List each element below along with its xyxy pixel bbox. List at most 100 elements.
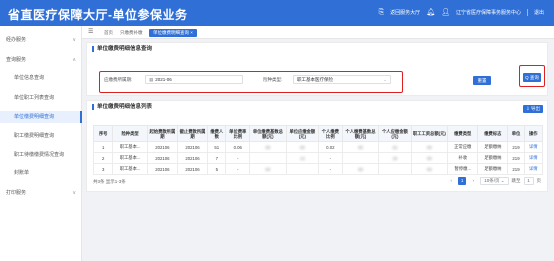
sidebar-item-label: 封账单 (14, 170, 30, 176)
table-cell: 00 (249, 141, 287, 153)
column-header: 起始费款所属期 (146, 125, 178, 142)
table-cell: 202106 (176, 163, 209, 175)
redacted-value: 00 (358, 144, 363, 150)
total-count-text: 共3条 显示1-3条 (93, 179, 126, 184)
sidebar-item-closing-statement[interactable]: 封账单 (0, 167, 82, 179)
table-cell: 职工基本... (112, 141, 148, 153)
sidebar-item-unit-payment-detail[interactable]: 单位缴费明细查询 (0, 111, 82, 123)
prev-page-icon[interactable]: ‹ (447, 177, 455, 185)
table-cell: 详情 (523, 163, 544, 175)
table-cell: 219 (507, 141, 525, 153)
tabs-bar: ☰ 首页 只缴费补缴 单位缴费明细查询 × (82, 26, 554, 39)
results-panel-title: 单位缴费明细信息列表 (92, 104, 152, 110)
table-cell: 00 (341, 141, 380, 153)
table-cell: 18 (378, 152, 412, 164)
table-cell: - (225, 163, 251, 175)
table-cell: 职工基本... (112, 152, 148, 164)
logout-link[interactable]: 退出 (534, 9, 544, 16)
table-cell: 正常应缴 (447, 141, 479, 153)
return-icon[interactable]: ⎘ (379, 9, 385, 16)
column-header: 个人缴费基数总额(元) (341, 125, 380, 142)
chevron-down-icon: ⌄ (383, 77, 387, 82)
column-header: 个人缴费比例 (317, 125, 343, 142)
table-cell: - (225, 152, 251, 164)
column-header: 职工工资总额(元) (410, 125, 449, 142)
insurance-type-select[interactable]: 职工基本医疗保险 ⌄ (293, 75, 391, 84)
tab-unit-payment-detail[interactable]: 单位缴费明细查询 × (149, 29, 197, 37)
sidebar-item-print-service[interactable]: 打印服务 ∨ (0, 187, 82, 199)
period-date-picker[interactable]: ▦ 2021-06 (145, 75, 243, 84)
top-right-actions: ⎘ 返回服务大厅 🔔︎ 👤︎ 辽宁省医疗保障事务服务中心 退出 (379, 9, 544, 16)
page-number-current[interactable]: 1 (458, 177, 467, 185)
period-label: 应缴费所属期: (104, 77, 133, 82)
period-value: 2021-06 (155, 77, 172, 82)
redacted-value: 00 (265, 144, 271, 150)
table-cell: 202106 (176, 152, 209, 164)
sidebar-item-label: 单位职工列表查询 (14, 95, 55, 101)
bell-icon[interactable]: 🔔︎ (426, 9, 435, 16)
table-cell: 补收 (447, 152, 479, 164)
sidebar: 经办服务 ∨ 查询服务 ∧ 单位信息查询 单位职工列表查询 单位缴费明细查询 职… (0, 26, 82, 261)
sidebar-item-label: 查询服务 (6, 57, 27, 63)
table-cell: 00 (285, 141, 319, 153)
sidebar-item-label: 经办服务 (6, 37, 27, 43)
sidebar-item-handling-service[interactable]: 经办服务 ∨ (0, 34, 82, 46)
insurance-type-value: 职工基本医疗保险 (297, 77, 333, 82)
results-panel: 单位缴费明细信息列表 ⇩ 导出 序号 险种类型 起始费款所属期 截止费款所属期 … (86, 100, 548, 192)
column-header: 险种类型 (112, 125, 148, 142)
org-name: 辽宁省医疗保障事务服务中心 (455, 10, 521, 16)
reset-button[interactable]: 重置 (473, 76, 491, 85)
app-title: 省直医疗保障大厅-单位参保业务 (8, 8, 188, 22)
sidebar-item-employee-payment-detail[interactable]: 职工缴费明细查询 (0, 130, 82, 142)
column-header: 截止费款所属期 (176, 125, 209, 142)
sidebar-item-pending-payment-query[interactable]: 职工待缴缴费情况查询 (0, 149, 82, 161)
calendar-icon: ▦ (149, 77, 154, 82)
table-cell: 00 (341, 163, 380, 175)
redacted-value: 00 (426, 144, 432, 150)
column-header: 缴费标志 (477, 125, 509, 142)
detail-link[interactable]: 详情 (529, 155, 538, 160)
column-header: 序号 (92, 125, 114, 142)
table-cell: 202106 (146, 152, 178, 164)
chevron-down-icon: ∨ (72, 190, 76, 196)
column-header: 个人应缴金额(元) (378, 125, 412, 142)
tab-supplementary-payment[interactable]: 只缴费补缴 (120, 29, 143, 37)
redacted-value: 00 (426, 166, 432, 172)
chevron-down-icon: ∨ (72, 37, 76, 43)
tab-home[interactable]: 首页 (104, 29, 113, 37)
table-cell: 5 (207, 163, 227, 175)
table-cell: 202106 (176, 141, 209, 153)
column-header: 操作 (523, 125, 544, 142)
table-cell: 详情 (523, 141, 544, 153)
sidebar-item-employee-list-query[interactable]: 单位职工列表查询 (0, 92, 82, 104)
table-cell: 1 (92, 141, 114, 153)
menu-toggle-icon[interactable]: ☰ (88, 29, 93, 35)
table-cell: 2 (92, 152, 114, 164)
chevron-up-icon: ∧ (72, 57, 76, 63)
table-cell: 0.02 (317, 141, 343, 153)
return-to-hall-link[interactable]: 返回服务大厅 (390, 9, 420, 16)
user-icon: 👤︎ (441, 9, 450, 16)
insurance-type-label: 险种类型: (263, 77, 283, 82)
table-cell: 202106 (146, 141, 178, 153)
top-bar: 省直医疗保障大厅-单位参保业务 ⎘ 返回服务大厅 🔔︎ 👤︎ 辽宁省医疗保障事务… (0, 0, 554, 26)
chevron-down-icon: ⌄ (500, 178, 505, 183)
next-page-icon[interactable]: › (469, 177, 477, 185)
query-panel: 单位缴费明细信息查询 应缴费所属期: ▦ 2021-06 险种类型: 职工基本医疗… (86, 42, 548, 96)
detail-link[interactable]: 详情 (529, 144, 538, 149)
payment-detail-table: 序号 险种类型 起始费款所属期 截止费款所属期 缴费人数 单位费率比例 单位缴费… (92, 125, 544, 175)
sidebar-item-label: 单位缴费明细查询 (14, 114, 55, 120)
detail-link[interactable]: 详情 (529, 166, 538, 171)
page-unit-label: 页 (536, 178, 542, 183)
table-header-row: 序号 险种类型 起始费款所属期 截止费款所属期 缴费人数 单位费率比例 单位缴费… (92, 125, 544, 142)
jump-page-input[interactable]: 1 (523, 177, 534, 185)
sidebar-item-query-service[interactable]: 查询服务 ∧ (0, 54, 82, 66)
table-cell (341, 152, 380, 164)
export-button[interactable]: ⇩ 导出 (523, 105, 543, 113)
redacted-value: 00 (265, 166, 271, 172)
search-button[interactable]: Q 查询 (523, 73, 541, 82)
sidebar-item-label: 职工缴费明细查询 (14, 133, 55, 139)
pagination: ‹ 1 › 10条/页 ⌄ 跳至 1 页 (447, 177, 541, 185)
page-size-select[interactable]: 10条/页 ⌄ (480, 177, 509, 185)
sidebar-item-unit-info-query[interactable]: 单位信息查询 (0, 72, 82, 84)
